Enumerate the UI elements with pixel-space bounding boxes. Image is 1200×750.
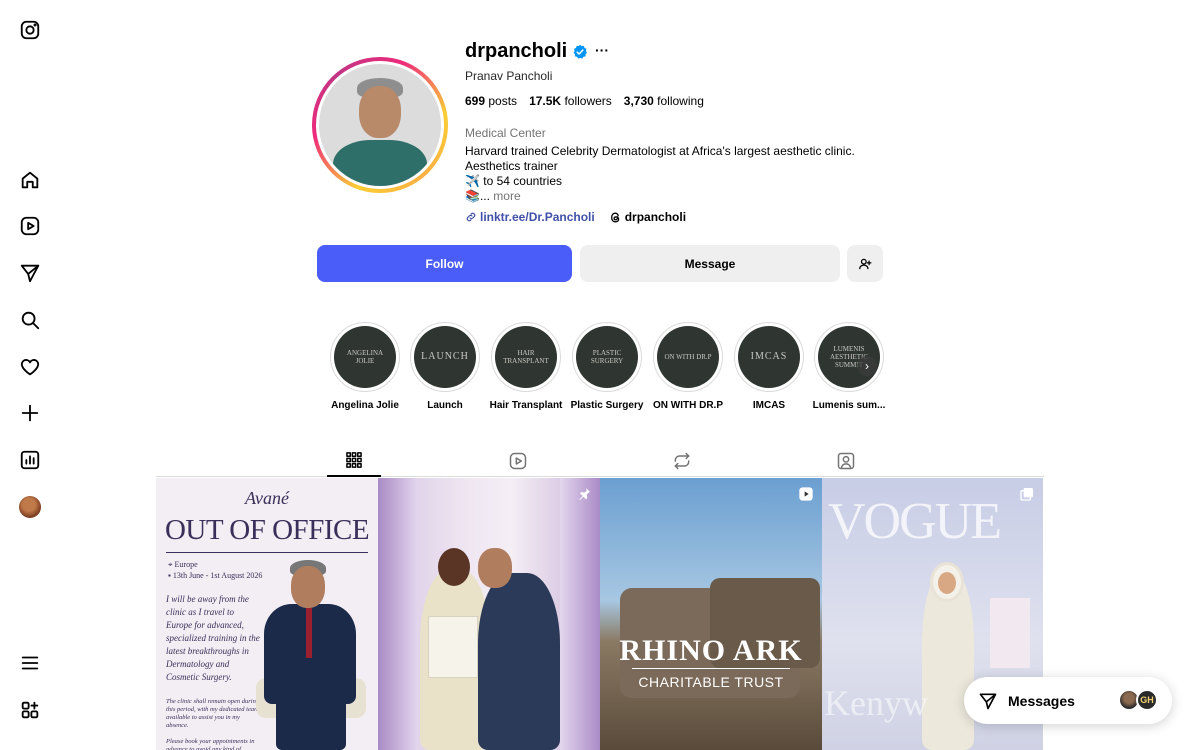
highlight-item[interactable]: IMCAS IMCAS: [734, 322, 804, 411]
highlight-label: Plastic Surgery: [570, 400, 644, 411]
profile-username: drpancholi: [465, 40, 568, 62]
highlight-item[interactable]: HAIR TRANSPLANT Hair Transplant: [490, 322, 562, 411]
send-icon[interactable]: [18, 261, 42, 285]
highlight-label: ON WITH DR.P: [653, 400, 723, 411]
profile-links: linktr.ee/Dr.Pancholi drpancholi: [465, 210, 686, 224]
reel-indicator-icon: [799, 487, 813, 501]
home-icon[interactable]: [18, 168, 42, 192]
left-nav: [0, 0, 60, 750]
grid-icon: [346, 452, 362, 468]
menu-icon[interactable]: [18, 651, 42, 675]
following-stat[interactable]: 3,730 following: [624, 94, 704, 108]
tab-posts[interactable]: [327, 445, 381, 477]
highlight-item[interactable]: ON WITH DR.P ON WITH DR.P: [653, 322, 723, 411]
messages-bar[interactable]: Messages GH: [964, 677, 1172, 724]
tab-tagged[interactable]: [819, 445, 873, 477]
bio-more-link[interactable]: more: [493, 189, 520, 203]
tabs-divider: [156, 476, 1044, 477]
tab-reposts[interactable]: [655, 445, 709, 477]
suggested-users-button[interactable]: [847, 245, 883, 282]
carousel-indicator-icon: [1020, 488, 1033, 501]
message-button[interactable]: Message: [580, 245, 840, 282]
highlight-item[interactable]: LAUNCH Launch: [410, 322, 480, 411]
highlight-label: IMCAS: [752, 400, 786, 411]
followers-stat[interactable]: 17.5K followers: [529, 94, 612, 108]
reposts-icon: [674, 452, 690, 470]
send-icon: [979, 693, 997, 709]
profile-picture: [319, 64, 441, 186]
insights-icon[interactable]: [18, 448, 42, 472]
tagged-icon: [837, 452, 855, 470]
highlight-item[interactable]: ANGELINA JOLIE Angelina Jolie: [330, 322, 400, 411]
highlight-label: Angelina Jolie: [331, 400, 399, 411]
highlight-item[interactable]: PLASTIC SURGERY Plastic Surgery: [571, 322, 643, 411]
profile-avatar-icon[interactable]: [18, 495, 42, 519]
threads-icon: [610, 212, 620, 222]
more-options-button[interactable]: ···: [595, 42, 609, 58]
heart-icon[interactable]: [18, 355, 42, 379]
post-thumbnail[interactable]: [378, 478, 600, 750]
also-from-meta-icon[interactable]: [18, 698, 42, 722]
verified-badge-icon: [573, 44, 587, 59]
tab-reels[interactable]: [491, 445, 545, 477]
highlights-next-button[interactable]: ›: [857, 356, 877, 376]
posts-stat: 699 posts: [465, 94, 518, 108]
external-link[interactable]: linktr.ee/Dr.Pancholi: [465, 210, 595, 224]
post-thumbnail[interactable]: Avané OUT OF OFFICE ⌖ Europe ▪ 13th June…: [156, 478, 378, 750]
highlight-label: Hair Transplant: [489, 400, 563, 411]
reels-icon: [509, 452, 527, 470]
threads-link[interactable]: drpancholi: [609, 210, 686, 224]
reels-icon[interactable]: [18, 214, 42, 238]
profile-stats: 699 posts 17.5K followers 3,730 followin…: [465, 94, 704, 108]
add-person-icon: [859, 258, 872, 269]
follow-button[interactable]: Follow: [317, 245, 572, 282]
profile-bio: Harvard trained Celebrity Dermatologist …: [465, 144, 855, 203]
full-name: Pranav Pancholi: [465, 69, 553, 83]
highlight-label: Launch: [427, 400, 463, 411]
avatar: [19, 496, 41, 518]
search-icon[interactable]: [18, 308, 42, 332]
post-thumbnail[interactable]: RHINO ARK CHARITABLE TRUST: [600, 478, 822, 750]
avatar: GH: [1136, 689, 1158, 711]
profile-picture-story-ring[interactable]: [312, 57, 448, 193]
create-plus-icon[interactable]: [18, 401, 42, 425]
highlight-label: Lumenis sum...: [812, 400, 886, 411]
pinned-icon: [579, 488, 590, 500]
link-icon: [466, 212, 476, 222]
profile-category: Medical Center: [465, 126, 546, 140]
instagram-logo-icon[interactable]: [18, 18, 42, 42]
